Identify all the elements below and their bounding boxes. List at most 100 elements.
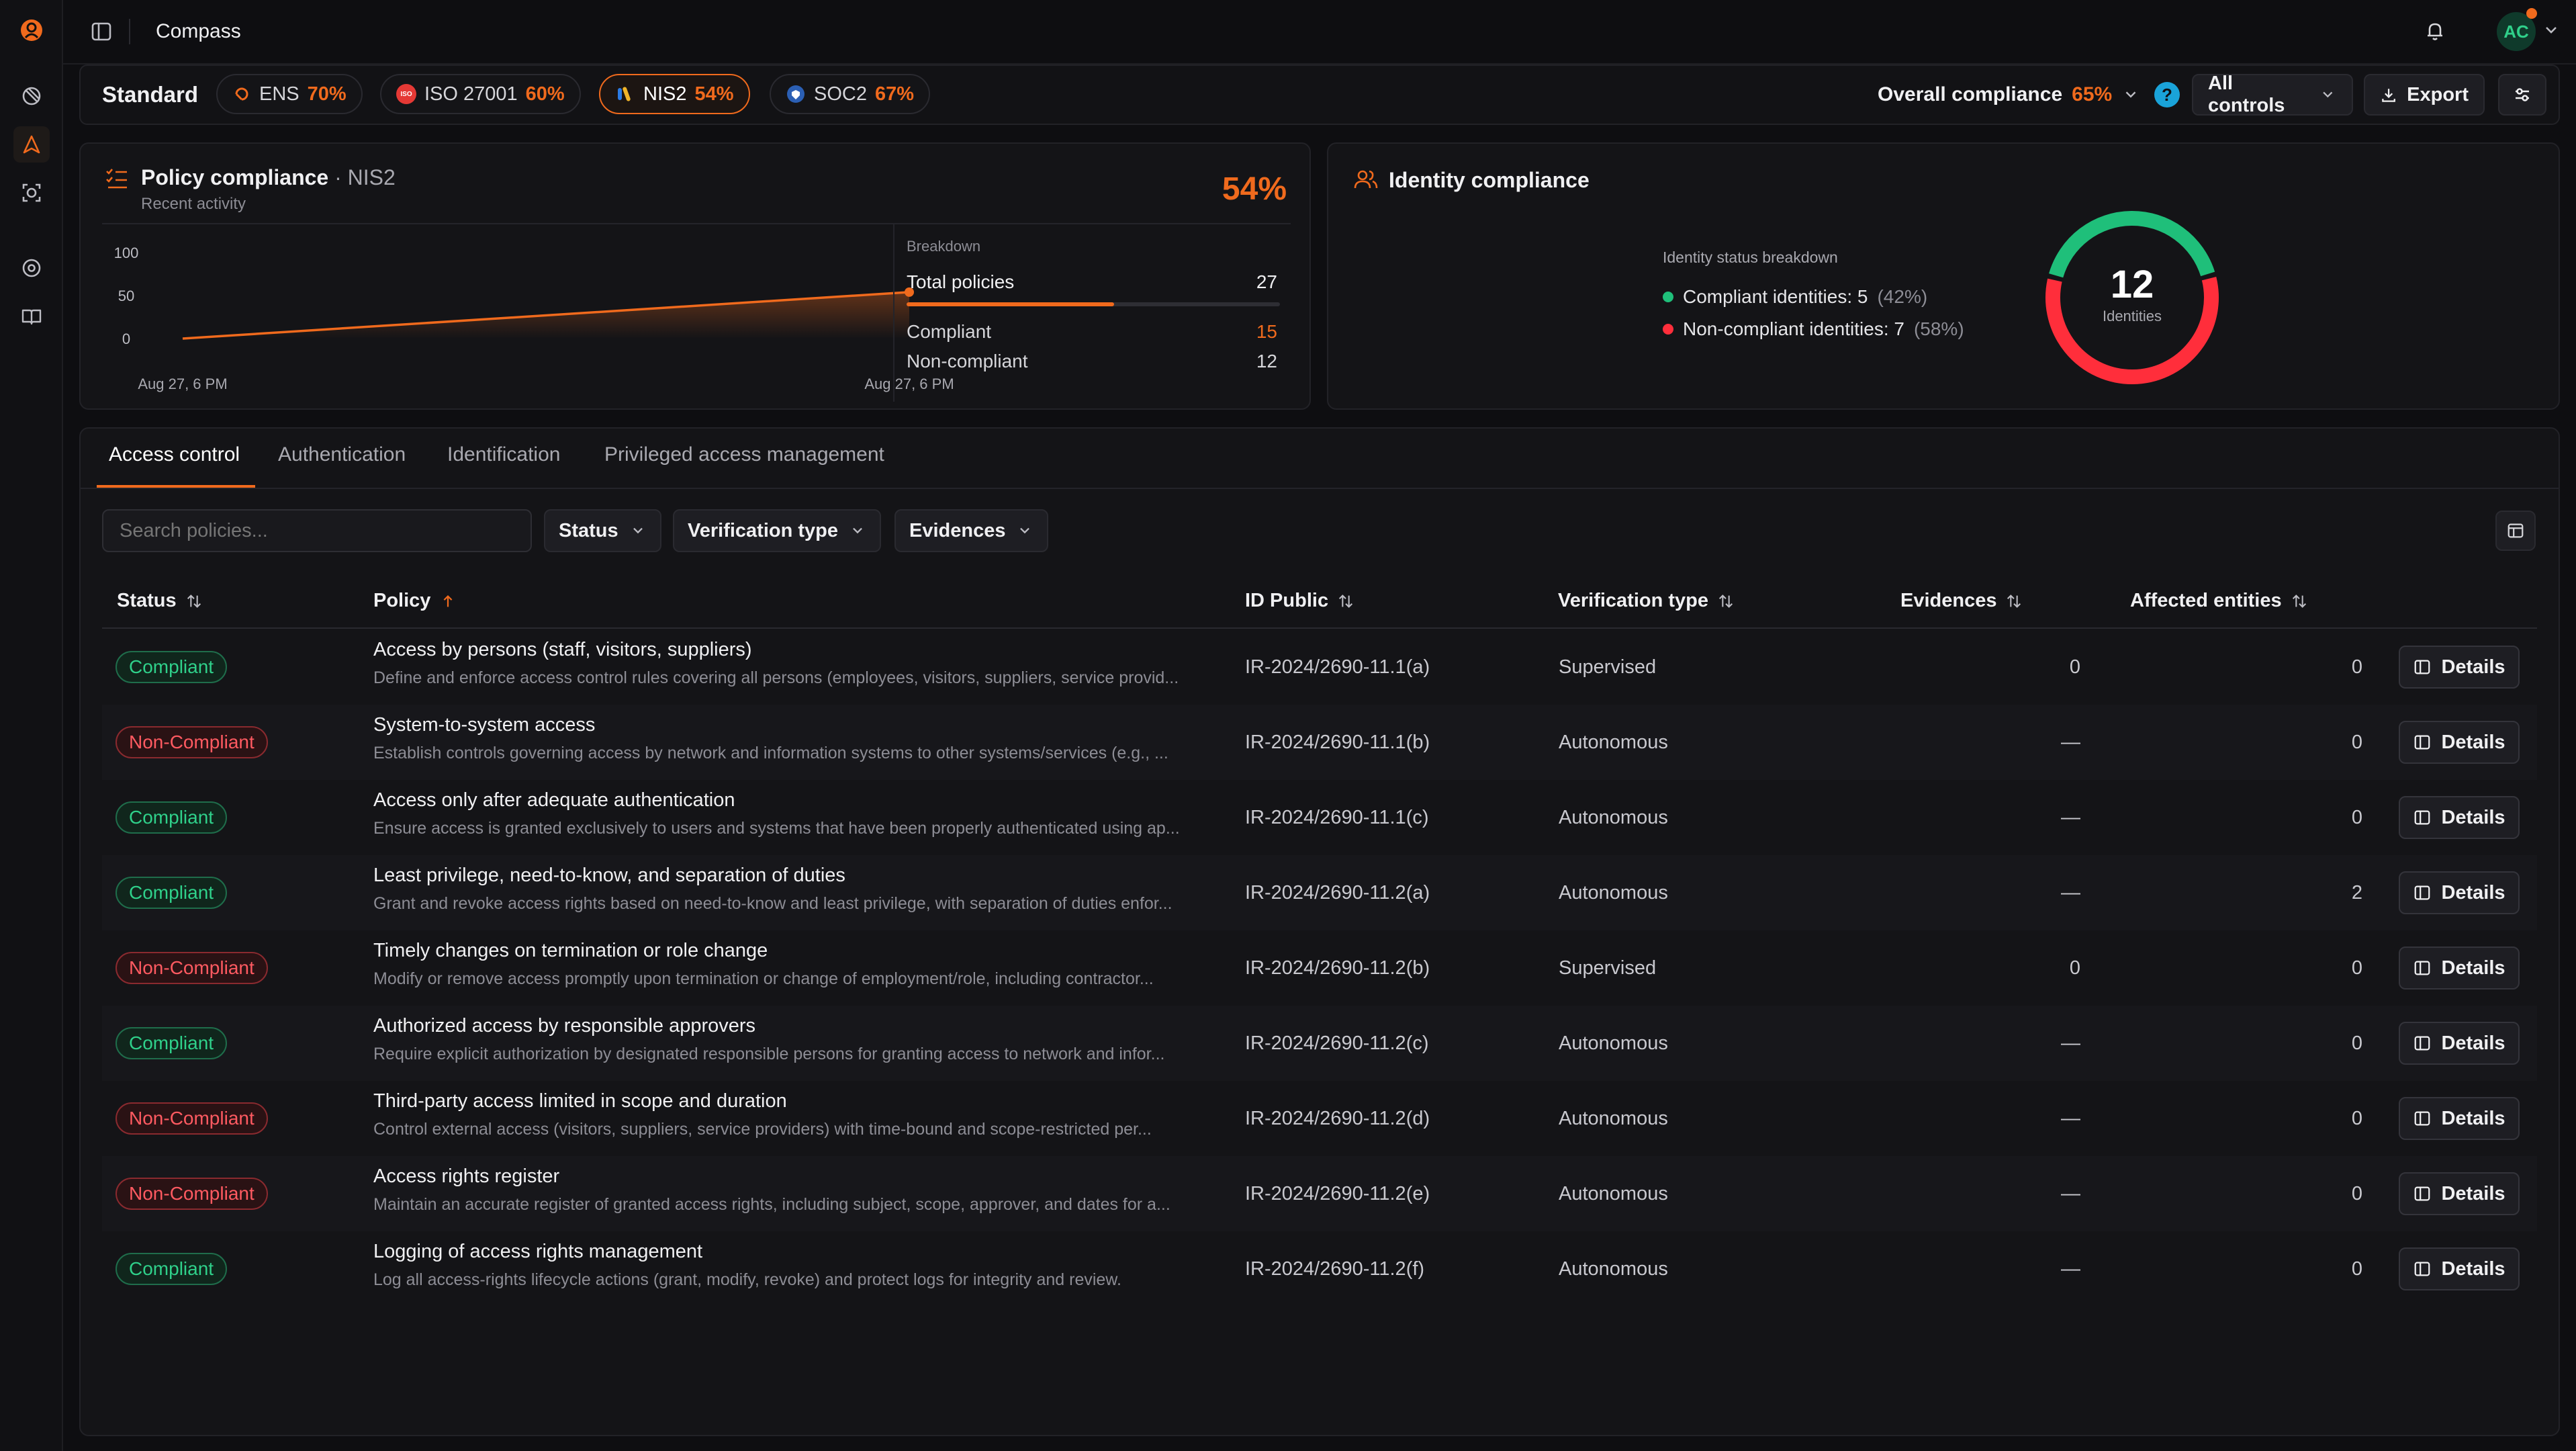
sidebar — [0, 0, 63, 1451]
column-header-status[interactable]: Status — [117, 590, 203, 612]
overall-label: Overall compliance — [1878, 83, 2063, 105]
standard-name: NIS2 — [643, 83, 687, 105]
sidebar-item-shield[interactable] — [13, 78, 50, 114]
sidebar-item-settings[interactable] — [13, 250, 50, 286]
column-header-verification[interactable]: Verification type — [1558, 590, 1735, 612]
tab-identification[interactable]: Identification — [447, 443, 560, 466]
all-controls-dropdown[interactable]: All controls — [2192, 73, 2353, 116]
evidences-count: — — [2061, 732, 2080, 753]
standard-pill-soc2[interactable]: SOC2 67% — [770, 74, 931, 114]
policy-description: Maintain an accurate register of granted… — [373, 1195, 1170, 1214]
details-button[interactable]: Details — [2399, 871, 2520, 914]
column-header-id-public[interactable]: ID Public — [1245, 590, 1355, 612]
status-badge: Compliant — [116, 1253, 228, 1285]
status-badge: Compliant — [116, 651, 228, 683]
details-button[interactable]: Details — [2399, 1097, 2520, 1140]
identity-compliance-card: Identity compliance Identity status brea… — [1327, 142, 2560, 410]
divider — [893, 224, 894, 402]
legend-noncompliant-pct: (58%) — [1913, 318, 1964, 339]
app-logo[interactable] — [13, 12, 50, 48]
tab-authentication[interactable]: Authentication — [278, 443, 406, 466]
standard-pill-nis2[interactable]: NIS2 54% — [599, 74, 750, 114]
sidebar-item-scan[interactable] — [13, 175, 50, 211]
page-title: Compass — [156, 20, 241, 42]
table-row[interactable]: Non-Compliant Third-party access limited… — [102, 1081, 2537, 1156]
policy-title: Authorized access by responsible approve… — [373, 1015, 756, 1037]
overall-pct: 65% — [2072, 83, 2113, 105]
x-tick-label: Aug 27, 6 PM — [138, 376, 227, 392]
identity-total-label: Identities — [2102, 308, 2162, 324]
details-button[interactable]: Details — [2399, 796, 2520, 839]
policy-id: IR-2024/2690-11.2(d) — [1245, 1108, 1430, 1129]
sliders-icon — [2516, 88, 2529, 101]
policy-description: Log all access-rights lifecycle actions … — [373, 1270, 1121, 1289]
tab-privileged-access[interactable]: Privileged access management — [604, 443, 884, 466]
table-row[interactable]: Compliant Least privilege, need-to-know,… — [102, 855, 2537, 930]
sort-ascending-icon — [444, 595, 453, 607]
compliance-progress-track — [907, 302, 1280, 306]
evidences-count: — — [2061, 882, 2080, 904]
policy-description: Grant and revoke access rights based on … — [373, 894, 1172, 913]
sidebar-item-docs[interactable] — [13, 298, 50, 335]
sidebar-toggle-icon[interactable] — [90, 20, 113, 43]
column-settings-button[interactable] — [2495, 511, 2536, 551]
details-button[interactable]: Details — [2399, 721, 2520, 764]
evidences-count: 0 — [2069, 957, 2080, 979]
affected-count: 0 — [2351, 732, 2362, 753]
table-row[interactable]: Non-Compliant System-to-system access Es… — [102, 705, 2537, 780]
table-row[interactable]: Compliant Logging of access rights manag… — [102, 1231, 2537, 1307]
bell-icon[interactable] — [2422, 17, 2448, 44]
details-button[interactable]: Details — [2399, 1247, 2520, 1290]
evidences-count: — — [2061, 1258, 2080, 1280]
header-label: Verification type — [1558, 590, 1709, 611]
panel-icon — [2415, 1262, 2430, 1276]
table-row[interactable]: Non-Compliant Access rights register Mai… — [102, 1156, 2537, 1231]
active-tab-indicator — [97, 485, 255, 488]
table-row[interactable]: Non-Compliant Timely changes on terminat… — [102, 930, 2537, 1006]
panel-icon — [2415, 1036, 2430, 1051]
help-icon[interactable]: ? — [2154, 82, 2180, 107]
table-row[interactable]: Compliant Authorized access by responsib… — [102, 1006, 2537, 1081]
policy-id: IR-2024/2690-11.2(c) — [1245, 1032, 1429, 1054]
policy-id: IR-2024/2690-11.2(a) — [1245, 882, 1430, 904]
affected-count: 0 — [2351, 807, 2362, 828]
chevron-down-icon[interactable] — [2541, 20, 2561, 40]
standard-pill-iso27001[interactable]: ISO ISO 27001 60% — [380, 74, 581, 114]
policy-title: Least privilege, need-to-know, and separ… — [373, 865, 845, 886]
standard-pill-ens[interactable]: ENS 70% — [216, 74, 363, 114]
status-badge: Compliant — [116, 877, 228, 909]
policy-title: Access rights register — [373, 1166, 560, 1187]
policy-id: IR-2024/2690-11.2(e) — [1245, 1183, 1430, 1204]
details-button[interactable]: Details — [2399, 1022, 2520, 1065]
column-header-affected[interactable]: Affected entities — [2130, 590, 2309, 612]
policy-area-chart: 100 50 0 Aug 27, 6 PM Aug 27, 6 PM — [114, 245, 954, 392]
details-label: Details — [2441, 1182, 2505, 1204]
tab-access-control[interactable]: Access control — [109, 443, 240, 466]
evidences-filter-dropdown[interactable]: Evidences — [894, 509, 1049, 552]
details-button[interactable]: Details — [2399, 947, 2520, 990]
policy-title: Timely changes on termination or role ch… — [373, 940, 768, 961]
overall-compliance-dropdown[interactable]: Overall compliance 65% — [1878, 83, 2140, 106]
verification-type: Autonomous — [1559, 1108, 1668, 1129]
details-button[interactable]: Details — [2399, 1172, 2520, 1215]
status-filter-dropdown[interactable]: Status — [544, 509, 661, 552]
verification-filter-dropdown[interactable]: Verification type — [673, 509, 882, 552]
export-button[interactable]: Export — [2364, 74, 2485, 116]
search-input[interactable] — [102, 509, 532, 552]
details-label: Details — [2441, 957, 2505, 979]
sidebar-item-compass[interactable] — [13, 126, 50, 163]
column-header-evidences[interactable]: Evidences — [1900, 590, 2023, 612]
download-icon — [2382, 89, 2395, 102]
table-row[interactable]: Compliant Access only after adequate aut… — [102, 780, 2537, 855]
status-badge: Non-Compliant — [116, 1178, 268, 1210]
ban-icon — [22, 87, 41, 105]
details-label: Details — [2441, 656, 2505, 678]
details-button[interactable]: Details — [2399, 646, 2520, 689]
column-header-policy[interactable]: Policy — [373, 590, 457, 612]
policy-description: Establish controls governing access by n… — [373, 744, 1168, 762]
header-label: Evidences — [1900, 590, 1997, 611]
evidences-count: — — [2061, 1108, 2080, 1129]
settings-sliders-button[interactable] — [2498, 74, 2546, 116]
table-row[interactable]: Compliant Access by persons (staff, visi… — [102, 629, 2537, 705]
logo-icon — [21, 19, 42, 41]
